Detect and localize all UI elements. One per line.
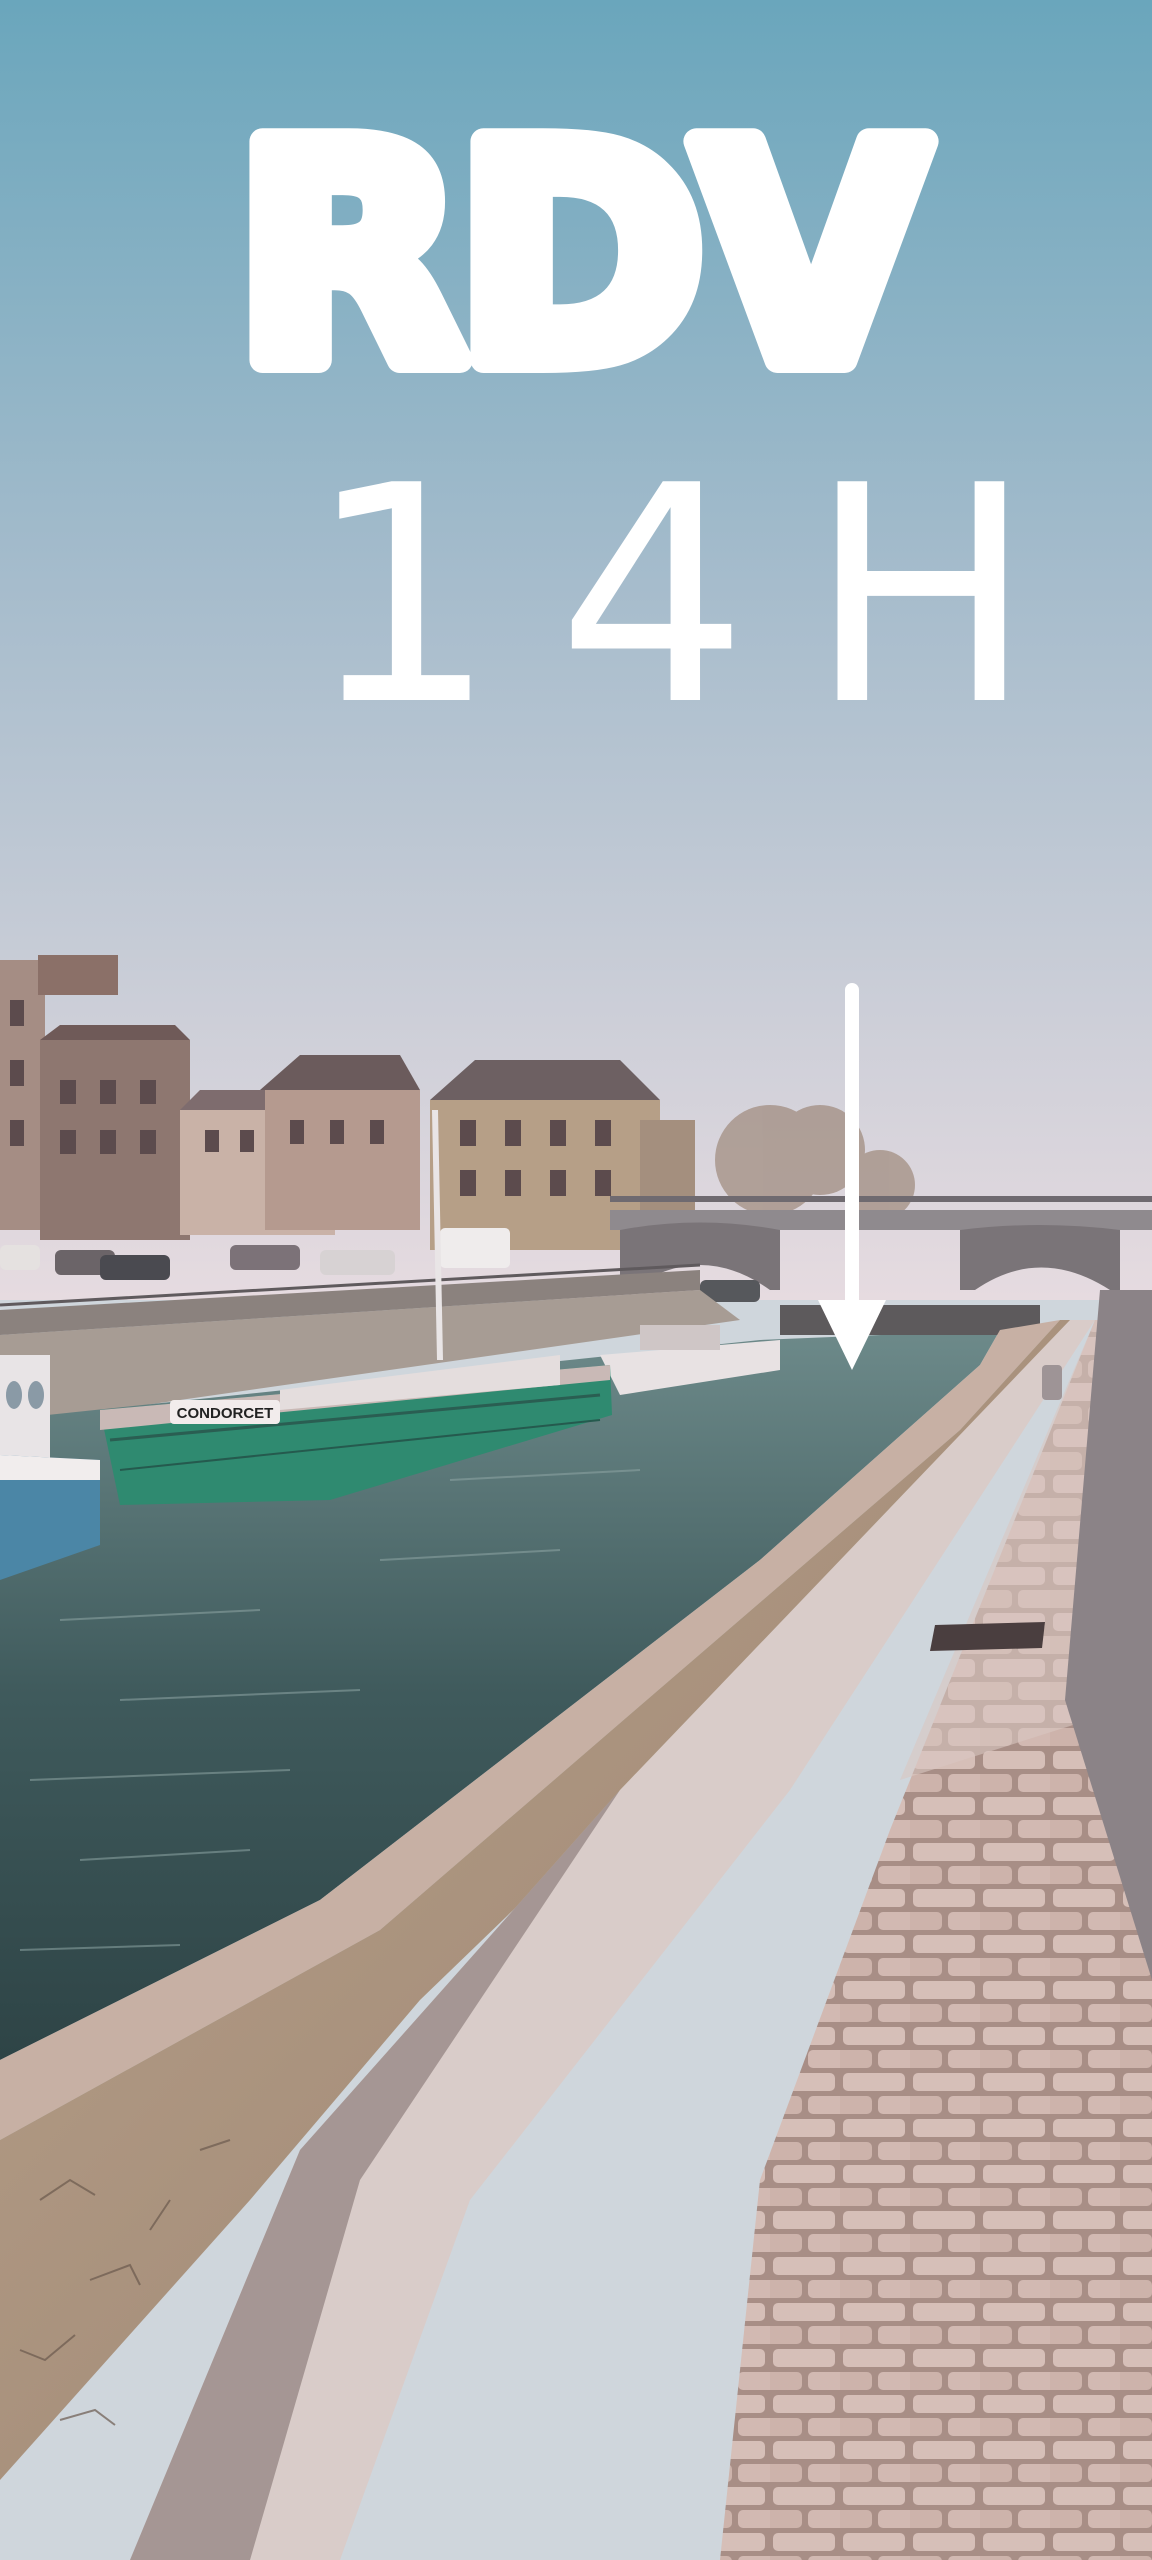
handwritten-time: 14H: [306, 422, 1093, 771]
drain-grate: [930, 1622, 1045, 1651]
photo-scene: CONDORCET RDV 14H: [0, 0, 1152, 2560]
bollard: [1042, 1365, 1062, 1400]
handwritten-rdv: RDV: [235, 82, 929, 431]
photo-canvas: CONDORCET RDV 14H: [0, 0, 1152, 2560]
boat-name: CONDORCET: [177, 1405, 274, 1422]
